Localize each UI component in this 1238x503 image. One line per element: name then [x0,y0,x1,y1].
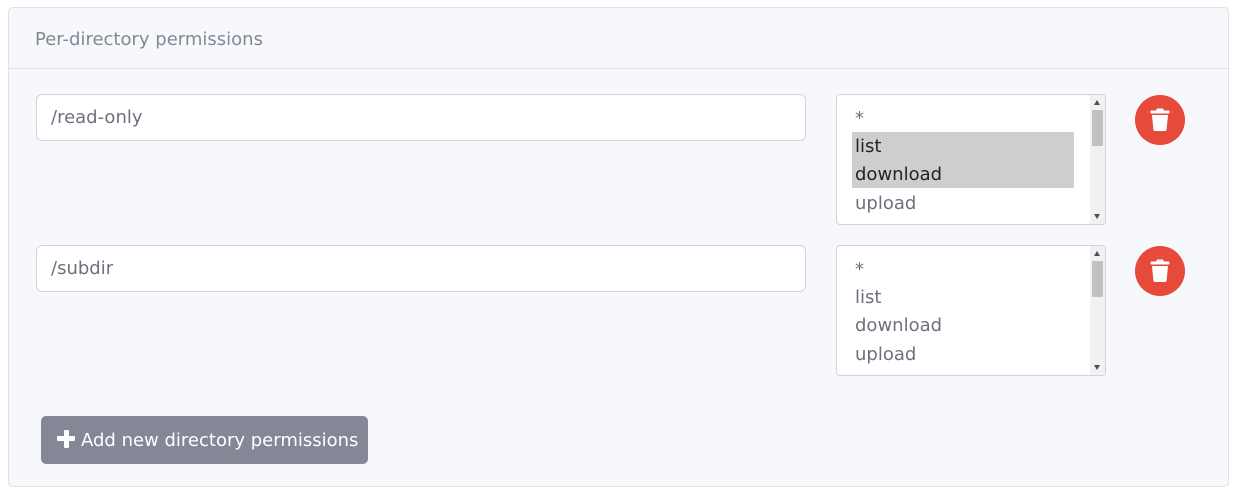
permission-option[interactable]: upload [852,189,1074,217]
permissions-card: Per-directory permissions * list downloa… [8,7,1229,487]
directory-path-input[interactable] [36,245,806,292]
add-button-label: Add new directory permissions [81,429,359,451]
directory-path-input[interactable] [36,94,806,141]
permission-option[interactable]: list [852,132,1074,160]
permission-option[interactable]: * [852,104,1074,132]
permissions-select[interactable]: * list download upload [836,94,1106,225]
permission-option[interactable]: download [852,311,1074,339]
card-title: Per-directory permissions [35,29,263,50]
card-header: Per-directory permissions [9,8,1228,69]
scroll-down-arrow-icon[interactable] [1094,214,1100,219]
scrollbar[interactable] [1090,246,1105,375]
permission-option[interactable]: list [852,283,1074,311]
scrollbar[interactable] [1090,95,1105,224]
scroll-up-arrow-icon[interactable] [1094,100,1100,105]
scrollbar-thumb[interactable] [1092,110,1103,146]
scroll-down-arrow-icon[interactable] [1094,365,1100,370]
permission-option[interactable]: upload [852,340,1074,368]
permission-option[interactable]: download [852,160,1074,188]
delete-row-button[interactable] [1135,246,1185,296]
add-directory-permissions-button[interactable]: Add new directory permissions [41,416,368,464]
delete-row-button[interactable] [1135,95,1185,145]
scroll-up-arrow-icon[interactable] [1094,251,1100,256]
trash-icon [1150,108,1170,131]
scrollbar-thumb[interactable] [1092,261,1103,297]
plus-icon [57,429,75,448]
trash-icon [1150,259,1170,282]
permissions-select[interactable]: * list download upload [836,245,1106,376]
permission-option[interactable]: * [852,255,1074,283]
